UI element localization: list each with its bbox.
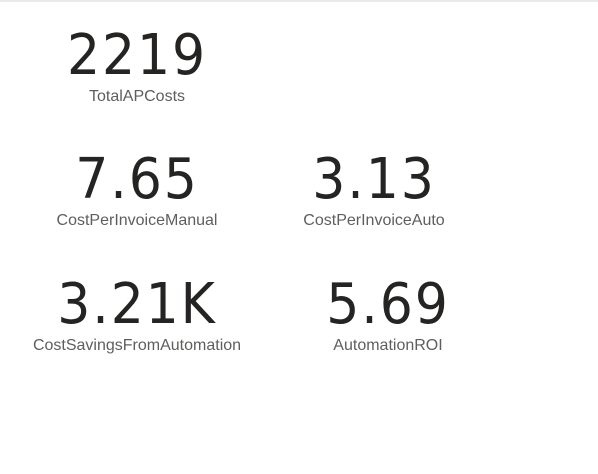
top-divider [0,0,598,2]
kpi-value: 2219 [67,23,207,88]
kpi-label: CostPerInvoiceAuto [303,212,445,229]
kpi-value: 7.65 [75,147,199,212]
kpi-value: 3.21K [57,272,217,337]
kpi-label: CostPerInvoiceManual [56,212,218,229]
kpi-value: 3.13 [312,147,436,212]
kpi-card-cost-per-invoice-auto[interactable]: 3.13 CostPerInvoiceAuto [282,150,466,231]
kpi-label: TotalAPCosts [88,88,186,105]
kpi-card-automation-roi[interactable]: 5.69 AutomationROI [294,275,482,356]
kpi-card-cost-savings-from-automation[interactable]: 3.21K CostSavingsFromAutomation [12,275,262,356]
kpi-label: AutomationROI [333,337,443,354]
kpi-card-total-ap-costs[interactable]: 2219 TotalAPCosts [57,26,217,107]
kpi-value: 5.69 [326,272,450,337]
kpi-card-cost-per-invoice-manual[interactable]: 7.65 CostPerInvoiceManual [32,150,242,231]
kpi-label: CostSavingsFromAutomation [32,337,242,354]
